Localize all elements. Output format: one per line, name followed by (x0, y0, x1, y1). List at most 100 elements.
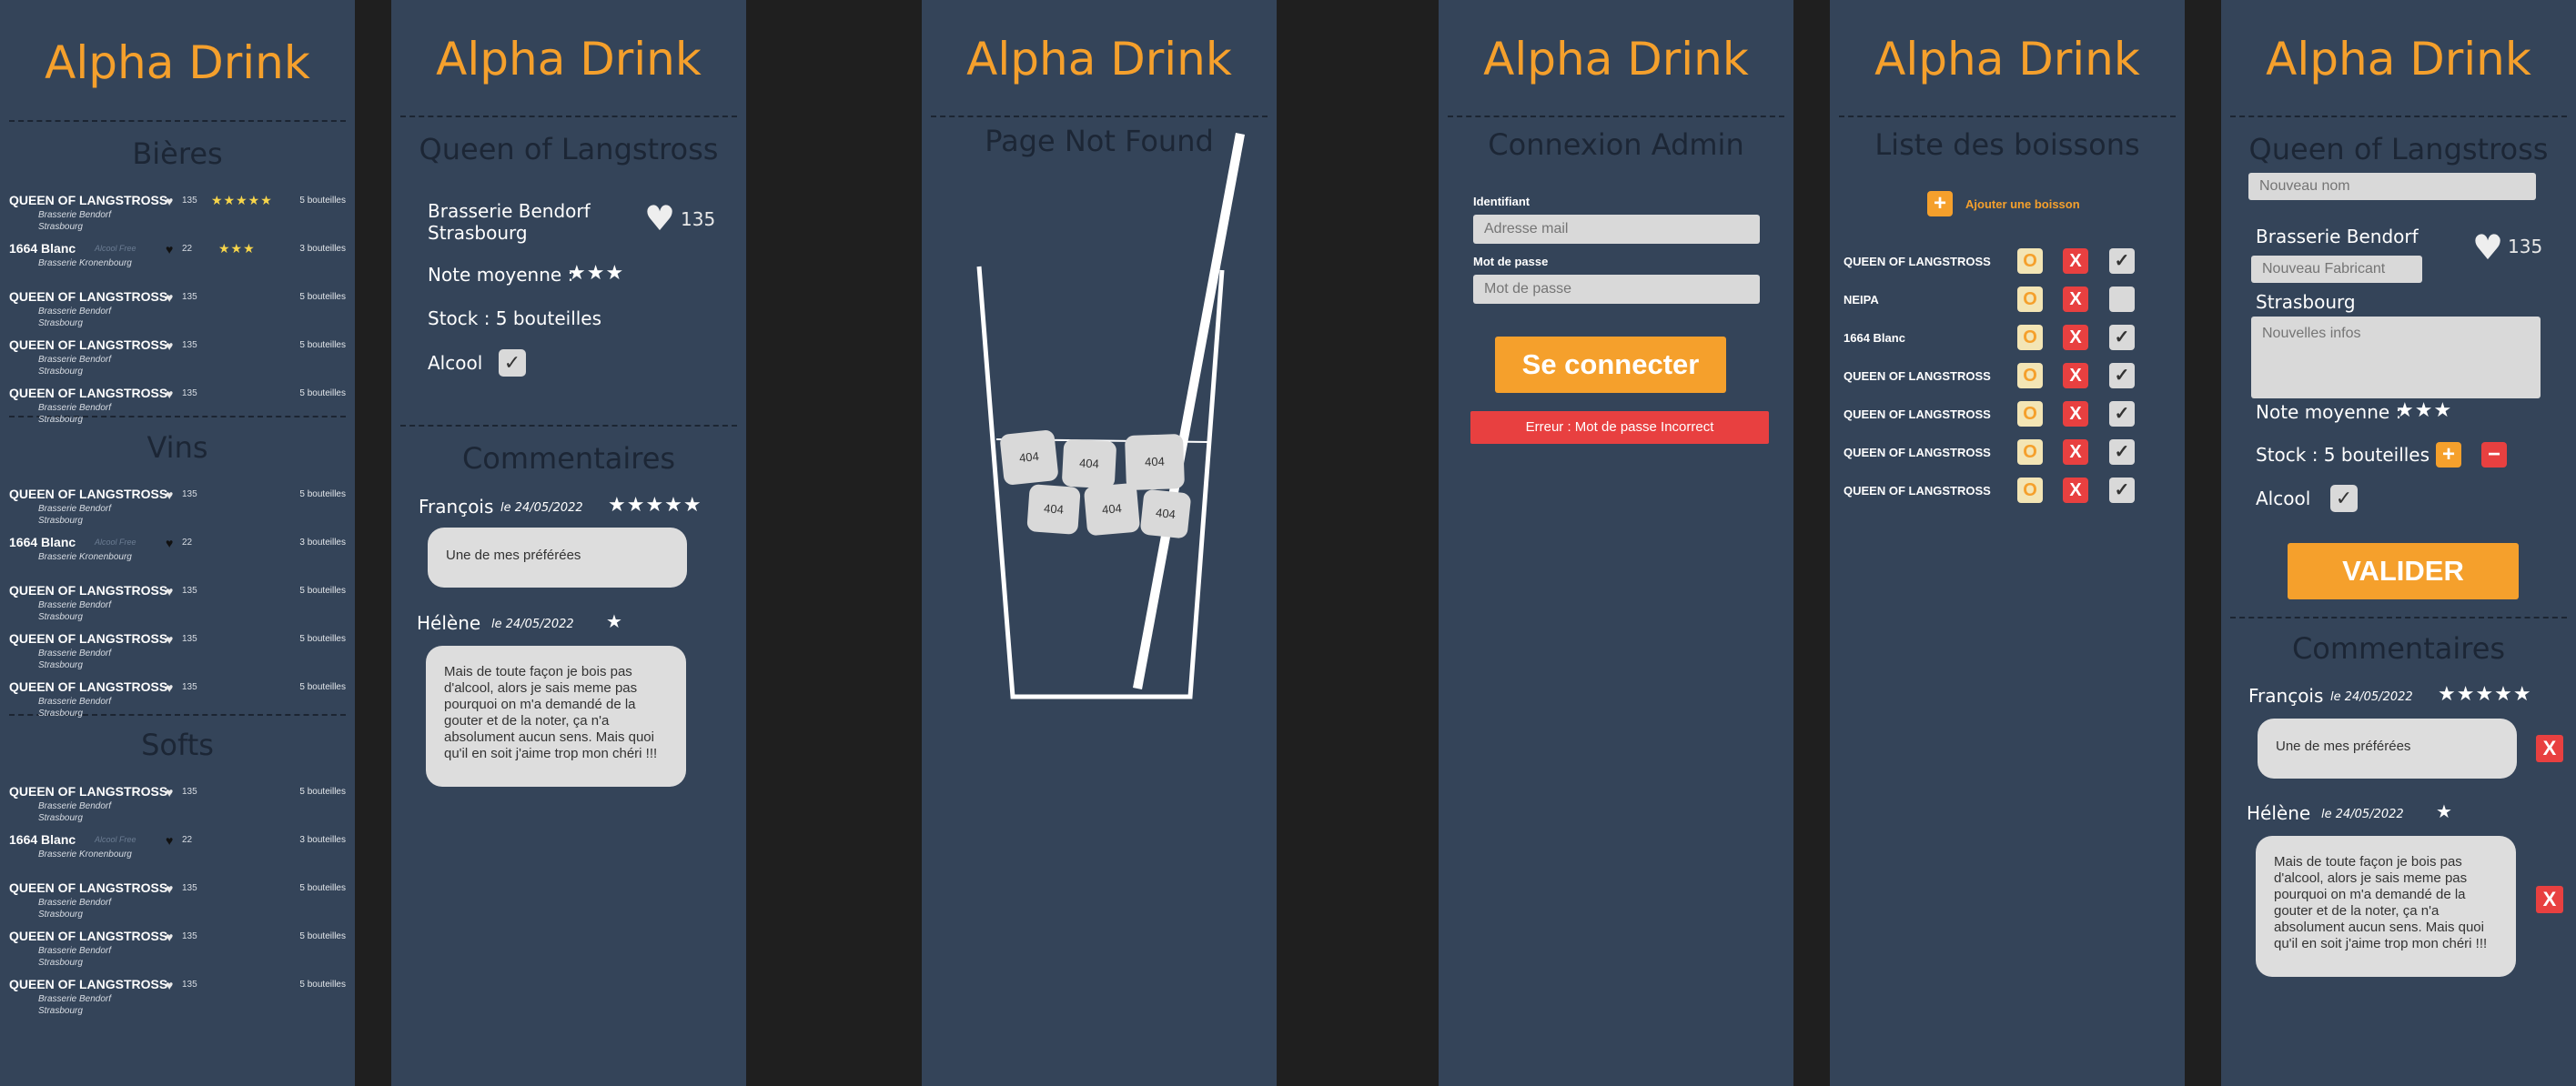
divider (931, 116, 1268, 117)
delete-button[interactable]: X (2063, 478, 2088, 503)
drink-list-item[interactable]: 1664 Blanc Alcool Free Brasserie Kronenbou… (0, 535, 355, 580)
edit-button[interactable]: O (2017, 248, 2043, 274)
add-drink-label: Ajouter une boisson (1965, 197, 2080, 211)
stock-increase-button[interactable]: + (2436, 442, 2461, 468)
stock-label: 5 bouteilles (299, 682, 346, 692)
visibility-checkbox[interactable] (2109, 287, 2135, 312)
stock-label: 3 bouteilles (299, 538, 346, 548)
password-field[interactable] (1473, 275, 1760, 304)
drink-name: QUEEN OF LANGSTROSS (9, 784, 168, 799)
admin-drink-row: 1664 Blanc O X ✓ (1830, 325, 2185, 352)
visibility-checkbox[interactable]: ✓ (2109, 478, 2135, 503)
heart-icon: ♥ (166, 978, 174, 992)
visibility-checkbox[interactable]: ✓ (2109, 401, 2135, 427)
delete-button[interactable]: X (2063, 439, 2088, 465)
drink-list-item[interactable]: 1664 Blanc Alcool Free Brasserie Kronenbou… (0, 832, 355, 878)
stock-label: 5 bouteilles (299, 883, 346, 893)
drink-maker: Brasserie Bendorf Strasbourg (38, 945, 111, 969)
edit-button[interactable]: O (2017, 401, 2043, 427)
drink-list-item[interactable]: 1664 Blanc Alcool Free Brasserie Kronenbou… (0, 241, 355, 287)
drink-title: Queen of Langstross (2248, 132, 2549, 166)
app-title: Alpha Drink (1483, 33, 1749, 85)
drink-maker: Brasserie Bendorf Strasbourg (38, 209, 111, 233)
delete-button[interactable]: X (2063, 401, 2088, 427)
rating-label: Note moyenne : (2256, 401, 2402, 423)
id-label: Identifiant (1473, 195, 1530, 208)
ice-cube: 404 (1124, 433, 1186, 491)
drink-maker: Brasserie Bendorf Strasbourg (38, 503, 111, 527)
maker-city: Strasbourg (38, 516, 83, 526)
maker-input[interactable] (2251, 256, 2422, 283)
login-button[interactable]: Se connecter (1495, 337, 1726, 393)
drink-maker: Brasserie Bendorf (2256, 226, 2419, 247)
heart-icon: ♥ (166, 242, 174, 256)
edit-drink-screen: Alpha Drink Queen of Langstross Brasseri… (2221, 0, 2576, 1086)
email-field[interactable] (1473, 215, 1760, 244)
add-drink-button[interactable]: + Ajouter une boisson (1927, 191, 2109, 218)
drink-name: QUEEN OF LANGSTROSS (9, 289, 168, 304)
stock-decrease-button[interactable]: − (2481, 442, 2507, 468)
drink-list-item[interactable]: QUEEN OF LANGSTROSS Brasserie Bendorf Stra… (0, 977, 355, 1022)
visibility-checkbox[interactable]: ✓ (2109, 325, 2135, 350)
comment-bubble: Une de mes préférées (428, 528, 687, 588)
drink-name: QUEEN OF LANGSTROSS (9, 880, 168, 895)
drink-list-item[interactable]: QUEEN OF LANGSTROSS Brasserie Bendorf Stra… (0, 193, 355, 238)
app-title: Alpha Drink (2266, 33, 2531, 85)
likes-count: 135 (182, 489, 197, 499)
drink-name: QUEEN OF LANGSTROSS (9, 386, 168, 400)
edit-button[interactable]: O (2017, 325, 2043, 350)
maker-name: Brasserie Bendorf (38, 403, 112, 413)
delete-button[interactable]: X (2063, 325, 2088, 350)
maker-name: Brasserie Bendorf (38, 504, 112, 514)
alcohol-checkbox[interactable]: ✓ (2330, 485, 2358, 512)
section-title: Vins (146, 430, 208, 465)
maker-name: Brasserie Bendorf (38, 801, 112, 811)
admin-drink-row: NEIPA O X (1830, 287, 2185, 314)
delete-comment-button[interactable]: X (2536, 886, 2563, 913)
admin-drink-list-screen: Alpha Drink Liste des boissons + Ajouter… (1830, 0, 2185, 1086)
rating-stars: ★★★★★ (211, 193, 273, 207)
alcohol-checkbox[interactable]: ✓ (499, 349, 526, 377)
drink-name: NEIPA (1844, 293, 1879, 307)
edit-button[interactable]: O (2017, 478, 2043, 503)
comment-author: François (2248, 685, 2324, 707)
glass-illustration (976, 133, 1245, 699)
comment-author: Hélène (2247, 802, 2311, 824)
drink-list-item[interactable]: QUEEN OF LANGSTROSS Brasserie Bendorf Stra… (0, 880, 355, 926)
delete-comment-button[interactable]: X (2536, 735, 2563, 762)
drink-list-item[interactable]: QUEEN OF LANGSTROSS Brasserie Bendorf Stra… (0, 679, 355, 725)
edit-button[interactable]: O (2017, 287, 2043, 312)
drink-list-item[interactable]: QUEEN OF LANGSTROSS Brasserie Bendorf Stra… (0, 487, 355, 532)
drink-list-item[interactable]: QUEEN OF LANGSTROSS Brasserie Bendorf Stra… (0, 631, 355, 677)
ice-cube: 404 (1083, 482, 1141, 537)
name-input[interactable] (2248, 173, 2536, 200)
delete-button[interactable]: X (2063, 363, 2088, 388)
edit-button[interactable]: O (2017, 439, 2043, 465)
drink-list-item[interactable]: QUEEN OF LANGSTROSS Brasserie Bendorf Stra… (0, 784, 355, 830)
rating-label: Note moyenne : (428, 264, 574, 286)
maker-name: Brasserie Bendorf (38, 898, 112, 908)
heart-icon: ♥ (166, 881, 174, 896)
edit-button[interactable]: O (2017, 363, 2043, 388)
delete-button[interactable]: X (2063, 248, 2088, 274)
comment-date: le 24/05/2022 (2330, 690, 2413, 704)
visibility-checkbox[interactable]: ✓ (2109, 248, 2135, 274)
drink-list-item[interactable]: QUEEN OF LANGSTROSS Brasserie Bendorf Stra… (0, 289, 355, 335)
drink-name: QUEEN OF LANGSTROSS (9, 631, 168, 646)
divider (1839, 116, 2176, 117)
drink-maker: Brasserie Bendorf Strasbourg (38, 696, 111, 719)
drink-list-item[interactable]: QUEEN OF LANGSTROSS Brasserie Bendorf Stra… (0, 386, 355, 431)
drink-list-item[interactable]: QUEEN OF LANGSTROSS Brasserie Bendorf Stra… (0, 929, 355, 974)
drink-list-item[interactable]: QUEEN OF LANGSTROSS Brasserie Bendorf Stra… (0, 583, 355, 628)
visibility-checkbox[interactable]: ✓ (2109, 439, 2135, 465)
info-textarea[interactable] (2251, 317, 2541, 398)
drink-maker: Brasserie Kronenbourg (38, 257, 132, 269)
drink-list-item[interactable]: QUEEN OF LANGSTROSS Brasserie Bendorf Stra… (0, 337, 355, 383)
maker-city: Strasbourg (38, 612, 83, 622)
section-title: Softs (141, 728, 214, 762)
alcohol-free-badge: Alcool Free (95, 538, 136, 547)
visibility-checkbox[interactable]: ✓ (2109, 363, 2135, 388)
delete-button[interactable]: X (2063, 287, 2088, 312)
validate-button[interactable]: VALIDER (2288, 543, 2519, 599)
heart-icon[interactable]: ♥ (644, 198, 675, 238)
